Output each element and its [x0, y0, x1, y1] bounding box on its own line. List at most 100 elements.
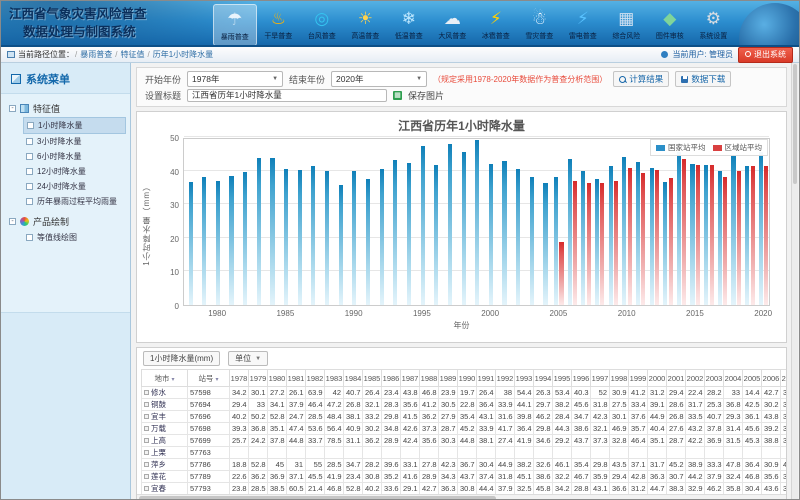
toolbar-item-暴雨普查[interactable]: ☂暴雨普查: [213, 4, 257, 46]
sort-icon[interactable]: ▾: [172, 377, 175, 383]
logout-button[interactable]: 退出系统: [738, 47, 793, 63]
row-expand-icon[interactable]: [144, 462, 149, 467]
row-expand-icon[interactable]: [144, 450, 149, 455]
cell-station-id: 57598: [188, 387, 230, 399]
column-header-year[interactable]: 1978: [230, 370, 249, 387]
column-header-year[interactable]: 1989: [439, 370, 458, 387]
calculate-button[interactable]: 计算结果: [613, 71, 669, 87]
table-row[interactable]: 莲花5778922.636.236.937.145.541.923.430.83…: [142, 471, 788, 483]
column-header-year[interactable]: 1981: [287, 370, 306, 387]
end-year-select[interactable]: 2020年▼: [331, 71, 427, 87]
sidebar-item-24小时降水量[interactable]: 24小时降水量: [23, 179, 126, 194]
measure-select[interactable]: 1小时降水量(mm): [143, 351, 220, 366]
save-image-button[interactable]: 保存图片: [408, 89, 444, 102]
column-header-city[interactable]: 地市 ▾: [142, 370, 188, 387]
chart-title: 江西省历年1小时降水量: [137, 117, 786, 134]
tree-group-产品绘制[interactable]: -产品绘制: [9, 213, 126, 230]
expand-icon[interactable]: -: [9, 218, 16, 225]
column-header-year[interactable]: 2006: [762, 370, 781, 387]
chart-title-input[interactable]: [187, 89, 387, 102]
toolbar-item-系统设置[interactable]: ⚙系统设置: [692, 4, 736, 46]
table-row[interactable]: 修水5759834.230.127.226.163.94240.726.423.…: [142, 387, 788, 399]
sort-icon[interactable]: ▾: [216, 377, 219, 383]
row-expand-icon[interactable]: [144, 402, 149, 407]
table-row[interactable]: 上栗57763: [142, 447, 788, 459]
column-header-year[interactable]: 1983: [325, 370, 344, 387]
column-header-year[interactable]: 2003: [705, 370, 724, 387]
breadcrumb-item[interactable]: 特征值: [120, 49, 144, 60]
row-expand-icon[interactable]: [144, 486, 149, 491]
sidebar-item-1小时降水量[interactable]: 1小时降水量: [23, 117, 126, 134]
typhoon-icon: ◎: [309, 6, 335, 30]
sidebar-item-历年暴雨过程平均雨量[interactable]: 历年暴雨过程平均雨量: [23, 194, 126, 209]
column-header-year[interactable]: 1993: [515, 370, 534, 387]
column-header-year[interactable]: 2004: [724, 370, 743, 387]
column-header-year[interactable]: 2007: [781, 370, 788, 387]
column-header-year[interactable]: 1996: [572, 370, 591, 387]
row-expand-icon[interactable]: [144, 414, 149, 419]
column-header-year[interactable]: 2001: [667, 370, 686, 387]
column-header-year[interactable]: 1985: [363, 370, 382, 387]
scrollbar-thumb[interactable]: [139, 496, 496, 499]
table-row[interactable]: 宜春5779323.828.538.560.521.446.852.840.23…: [142, 483, 788, 495]
row-expand-icon[interactable]: [144, 474, 149, 479]
toolbar-item-雪灾普查[interactable]: ☃雪灾普查: [518, 4, 562, 46]
breadcrumb-item[interactable]: 历年1小时降水量: [153, 49, 213, 60]
toolbar-item-冰雹普查[interactable]: ⚡冰雹普查: [474, 4, 518, 46]
column-header-year[interactable]: 1988: [420, 370, 439, 387]
sidebar-item-等值线绘图[interactable]: 等值线绘图: [23, 230, 126, 245]
unit-select[interactable]: 单位▼: [228, 351, 268, 366]
cell-value: [591, 447, 610, 459]
table-row[interactable]: 万载5769839.336.835.147.453.656.440.930.23…: [142, 423, 788, 435]
toolbar-item-大风普查[interactable]: ☁大风普查: [431, 4, 475, 46]
cell-value: 26.1: [287, 387, 306, 399]
column-header-year[interactable]: 1997: [591, 370, 610, 387]
column-header-year[interactable]: 1991: [477, 370, 496, 387]
column-header-year[interactable]: 2000: [648, 370, 667, 387]
column-header-year[interactable]: 1987: [401, 370, 420, 387]
column-header-year[interactable]: 1994: [534, 370, 553, 387]
toolbar-item-高温普查[interactable]: ☀高温普查: [344, 4, 388, 46]
column-header-year[interactable]: 1992: [496, 370, 515, 387]
scrollbar-thumb[interactable]: [793, 64, 797, 184]
column-header-year[interactable]: 1998: [610, 370, 629, 387]
breadcrumb-item[interactable]: 暴雨普查: [80, 49, 112, 60]
column-header-year[interactable]: 1990: [458, 370, 477, 387]
toolbar-item-雷电普查[interactable]: ⚡雷电普查: [561, 4, 605, 46]
table-row[interactable]: 上高5769925.724.237.844.833.778.531.136.22…: [142, 435, 788, 447]
tree-group-特征值[interactable]: -特征值: [9, 100, 126, 117]
column-header-year[interactable]: 1980: [268, 370, 287, 387]
column-header-year[interactable]: 1999: [629, 370, 648, 387]
table-row[interactable]: 萍乡5778618.852.845315528.534.728.239.633.…: [142, 459, 788, 471]
column-header-year[interactable]: 1984: [344, 370, 363, 387]
sidebar-item-6小时降水量[interactable]: 6小时降水量: [23, 149, 126, 164]
column-header-year[interactable]: 2005: [743, 370, 762, 387]
table-row[interactable]: 宜丰5769640.250.252.824.728.548.438.133.22…: [142, 411, 788, 423]
bar-national-2013: [663, 182, 667, 305]
column-header-year[interactable]: 1982: [306, 370, 325, 387]
cell-value: [762, 447, 781, 459]
toolbar-item-综合风险[interactable]: ▦综合风险: [605, 4, 649, 46]
sidebar-item-3小时降水量[interactable]: 3小时降水量: [23, 134, 126, 149]
toolbar-item-低温普查[interactable]: ❄低温普查: [387, 4, 431, 46]
toolbar-item-干旱普查[interactable]: ♨干旱普查: [257, 4, 301, 46]
toolbar-item-台风普查[interactable]: ◎台风普查: [300, 4, 344, 46]
toolbar-item-图件审核[interactable]: ◆图件审核: [648, 4, 692, 46]
sidebar-item-12小时降水量[interactable]: 12小时降水量: [23, 164, 126, 179]
row-expand-icon[interactable]: [144, 438, 149, 443]
column-header-year[interactable]: 1979: [249, 370, 268, 387]
table-row[interactable]: 铜鼓5769429.43334.137.946.447.226.832.128.…: [142, 399, 788, 411]
cell-value: [724, 447, 743, 459]
column-header-year[interactable]: 1995: [553, 370, 572, 387]
download-button[interactable]: 数据下载: [675, 71, 731, 87]
horizontal-scrollbar[interactable]: [137, 494, 786, 499]
row-expand-icon[interactable]: [144, 426, 149, 431]
cell-value: 36.8: [724, 399, 743, 411]
column-header-year[interactable]: 2002: [686, 370, 705, 387]
start-year-select[interactable]: 1978年▼: [187, 71, 283, 87]
column-header-year[interactable]: 1986: [382, 370, 401, 387]
row-expand-icon[interactable]: [144, 390, 149, 395]
vertical-scrollbar[interactable]: [791, 63, 798, 499]
expand-icon[interactable]: -: [9, 105, 16, 112]
column-header-station[interactable]: 站号 ▾: [188, 370, 230, 387]
